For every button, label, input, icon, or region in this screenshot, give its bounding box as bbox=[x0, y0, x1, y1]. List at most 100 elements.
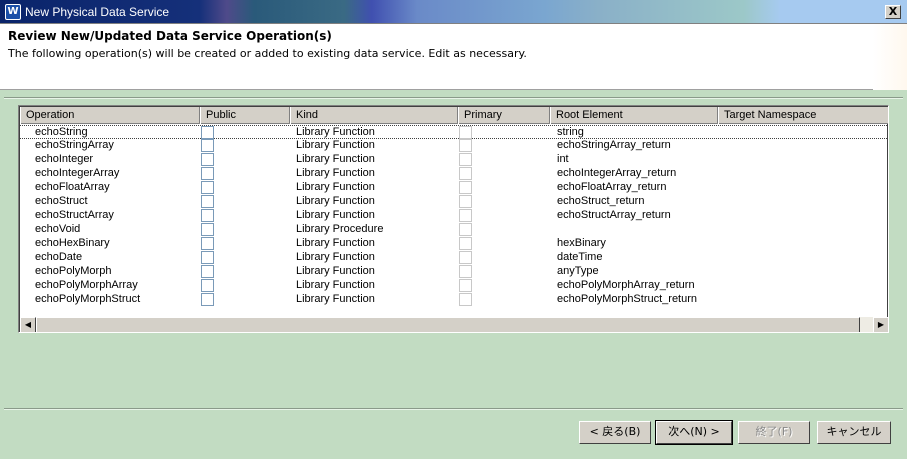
back-button[interactable]: < 戻る(B) bbox=[579, 421, 651, 444]
operation-cell[interactable]: echoPolyMorph bbox=[35, 265, 111, 279]
operation-cell[interactable]: echoIntegerArray bbox=[35, 167, 119, 181]
operation-cell[interactable]: echoStructArray bbox=[35, 209, 114, 223]
next-button[interactable]: 次へ(N) > bbox=[655, 420, 733, 445]
table-row[interactable]: echoString Library Function string bbox=[20, 125, 888, 140]
public-checkbox[interactable] bbox=[201, 265, 214, 278]
operations-table[interactable]: Operation Public Kind Primary Root Eleme… bbox=[18, 105, 889, 333]
operation-cell[interactable]: echoPolyMorphArray bbox=[35, 279, 138, 293]
root-element-cell[interactable]: echoStructArray_return bbox=[557, 209, 671, 223]
footer-divider bbox=[4, 408, 903, 410]
public-checkbox[interactable] bbox=[201, 195, 214, 208]
root-element-cell[interactable]: echoIntegerArray_return bbox=[557, 167, 676, 181]
root-element-cell[interactable]: hexBinary bbox=[557, 237, 606, 251]
public-checkbox[interactable] bbox=[201, 223, 214, 236]
window-title: New Physical Data Service bbox=[25, 5, 170, 19]
scrollbar-thumb[interactable] bbox=[36, 317, 860, 332]
operation-cell[interactable]: echoStringArray bbox=[35, 139, 114, 153]
primary-checkbox[interactable] bbox=[459, 126, 472, 139]
public-checkbox[interactable] bbox=[201, 251, 214, 264]
kind-cell[interactable]: Library Function bbox=[296, 209, 375, 223]
operation-cell[interactable]: echoStruct bbox=[35, 195, 88, 209]
primary-checkbox[interactable] bbox=[459, 139, 472, 152]
kind-cell[interactable]: Library Function bbox=[296, 265, 375, 279]
primary-checkbox[interactable] bbox=[459, 279, 472, 292]
kind-cell[interactable]: Library Function bbox=[296, 167, 375, 181]
public-checkbox[interactable] bbox=[201, 167, 214, 180]
table-row[interactable]: echoInteger Library Function int bbox=[20, 153, 888, 167]
column-header-root-element[interactable]: Root Element bbox=[550, 107, 718, 124]
table-row[interactable]: echoIntegerArray Library Function echoInte… bbox=[20, 167, 888, 181]
kind-cell[interactable]: Library Function bbox=[296, 195, 375, 209]
public-checkbox[interactable] bbox=[201, 209, 214, 222]
table-row[interactable]: echoStruct Library Function echoStruct_ret… bbox=[20, 195, 888, 209]
table-row[interactable]: echoDate Library Function dateTime bbox=[20, 251, 888, 265]
public-checkbox[interactable] bbox=[201, 293, 214, 306]
operation-cell[interactable]: echoString bbox=[35, 126, 88, 140]
primary-checkbox[interactable] bbox=[459, 181, 472, 194]
primary-checkbox[interactable] bbox=[459, 265, 472, 278]
primary-checkbox[interactable] bbox=[459, 251, 472, 264]
kind-cell[interactable]: Library Function bbox=[296, 153, 375, 167]
public-checkbox[interactable] bbox=[201, 153, 214, 166]
kind-cell[interactable]: Library Procedure bbox=[296, 223, 383, 237]
primary-checkbox[interactable] bbox=[459, 167, 472, 180]
table-row[interactable]: echoFloatArray Library Function echoFloatA… bbox=[20, 181, 888, 195]
column-header-target-namespace[interactable]: Target Namespace bbox=[718, 107, 888, 124]
operation-cell[interactable]: echoDate bbox=[35, 251, 82, 265]
column-header-primary[interactable]: Primary bbox=[458, 107, 550, 124]
public-checkbox[interactable] bbox=[201, 126, 214, 139]
root-element-cell[interactable]: string bbox=[557, 126, 584, 140]
root-element-cell[interactable]: echoPolyMorphArray_return bbox=[557, 279, 695, 293]
scroll-left-icon[interactable]: ◀ bbox=[20, 317, 36, 332]
public-checkbox[interactable] bbox=[201, 139, 214, 152]
root-element-cell[interactable]: int bbox=[557, 153, 569, 167]
column-header-operation[interactable]: Operation bbox=[20, 107, 200, 124]
primary-checkbox[interactable] bbox=[459, 237, 472, 250]
column-header-public[interactable]: Public bbox=[200, 107, 290, 124]
page-description: The following operation(s) will be creat… bbox=[8, 47, 527, 60]
kind-cell[interactable]: Library Function bbox=[296, 126, 375, 140]
primary-checkbox[interactable] bbox=[459, 293, 472, 306]
kind-cell[interactable]: Library Function bbox=[296, 237, 375, 251]
finish-button[interactable]: 終了(F) bbox=[738, 421, 810, 444]
table-row[interactable]: echoPolyMorph Library Function anyType bbox=[20, 265, 888, 279]
public-checkbox[interactable] bbox=[201, 181, 214, 194]
table-row[interactable]: echoVoid Library Procedure bbox=[20, 223, 888, 237]
close-button[interactable]: X bbox=[885, 5, 901, 19]
primary-checkbox[interactable] bbox=[459, 223, 472, 236]
table-row[interactable]: echoPolyMorphStruct Library Function echoP… bbox=[20, 293, 888, 307]
table-row[interactable]: echoHexBinary Library Function hexBinary bbox=[20, 237, 888, 251]
primary-checkbox[interactable] bbox=[459, 195, 472, 208]
cancel-button[interactable]: キャンセル bbox=[817, 421, 891, 444]
root-element-cell[interactable]: echoStringArray_return bbox=[557, 139, 671, 153]
title-bar: W New Physical Data Service X bbox=[0, 0, 907, 24]
root-element-cell[interactable]: anyType bbox=[557, 265, 599, 279]
root-element-cell[interactable]: echoStruct_return bbox=[557, 195, 644, 209]
kind-cell[interactable]: Library Function bbox=[296, 139, 375, 153]
operation-cell[interactable]: echoPolyMorphStruct bbox=[35, 293, 140, 307]
table-header: Operation Public Kind Primary Root Eleme… bbox=[20, 107, 888, 124]
kind-cell[interactable]: Library Function bbox=[296, 181, 375, 195]
primary-checkbox[interactable] bbox=[459, 153, 472, 166]
root-element-cell[interactable]: echoFloatArray_return bbox=[557, 181, 666, 195]
scroll-right-icon[interactable]: ▶ bbox=[873, 317, 888, 332]
header-decoration bbox=[873, 24, 907, 90]
primary-checkbox[interactable] bbox=[459, 209, 472, 222]
root-element-cell[interactable]: dateTime bbox=[557, 251, 602, 265]
operation-cell[interactable]: echoInteger bbox=[35, 153, 93, 167]
horizontal-scrollbar[interactable]: ◀ ▶ bbox=[20, 317, 888, 332]
public-checkbox[interactable] bbox=[201, 279, 214, 292]
operation-cell[interactable]: echoVoid bbox=[35, 223, 80, 237]
column-header-kind[interactable]: Kind bbox=[290, 107, 458, 124]
operation-cell[interactable]: echoFloatArray bbox=[35, 181, 110, 195]
root-element-cell[interactable]: echoPolyMorphStruct_return bbox=[557, 293, 697, 307]
kind-cell[interactable]: Library Function bbox=[296, 279, 375, 293]
table-row[interactable]: echoStringArray Library Function echoStrin… bbox=[20, 139, 888, 153]
kind-cell[interactable]: Library Function bbox=[296, 251, 375, 265]
kind-cell[interactable]: Library Function bbox=[296, 293, 375, 307]
table-row[interactable]: echoPolyMorphArray Library Function echoPo… bbox=[20, 279, 888, 293]
table-row[interactable]: echoStructArray Library Function echoStruc… bbox=[20, 209, 888, 223]
public-checkbox[interactable] bbox=[201, 237, 214, 250]
operation-cell[interactable]: echoHexBinary bbox=[35, 237, 110, 251]
app-icon: W bbox=[5, 4, 21, 20]
